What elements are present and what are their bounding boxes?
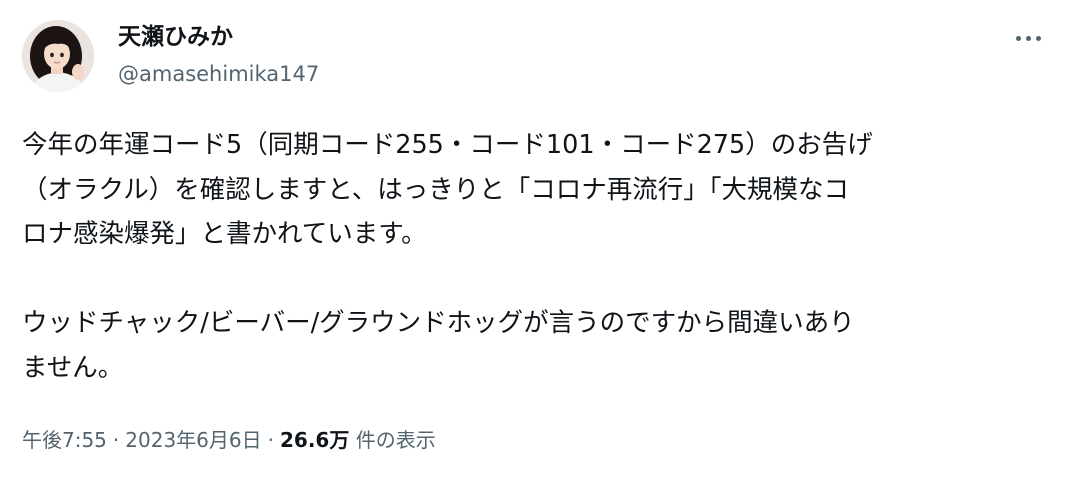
tweet-text-line: ウッドチャック/ビーバー/グラウンドホッグが言うのですから間違いあり — [22, 308, 855, 338]
meta-separator: · — [267, 428, 274, 452]
author-display-name[interactable]: 天瀬ひみか — [118, 22, 233, 52]
more-horizontal-icon — [1015, 35, 1021, 41]
author-handle[interactable]: @amasehimika147 — [118, 60, 319, 88]
more-horizontal-icon-dot — [1025, 35, 1031, 41]
tweet-time[interactable]: 午後7:55 — [22, 428, 107, 452]
tweet-card: 天瀬ひみか @amasehimika147 今年の年運コード5（同期コード255… — [0, 0, 1068, 486]
more-options-button[interactable] — [1008, 24, 1048, 52]
meta-separator: · — [112, 428, 120, 452]
tweet-text-line: 今年の年運コード5（同期コード255・コード101・コード275）のお告げ — [22, 130, 873, 160]
views-label: 件の表示 — [355, 428, 436, 452]
tweet-text-line: （オラクル）を確認しますと、はっきりと「コロナ再流行」「大規模なコ — [22, 174, 849, 205]
tweet-text-line: ません。 — [22, 352, 124, 383]
tweet-text: 今年の年運コード5（同期コード255・コード101・コード275）のお告げ （オ… — [22, 123, 1032, 390]
tweet-text-blank-line — [22, 257, 1032, 302]
tweet-meta: 午後7:55 · 2023年6月6日 · 26.6万 件の表示 — [22, 424, 436, 456]
avatar-image — [22, 20, 94, 92]
tweet-text-line: ロナ感染爆発」と書かれています。 — [22, 219, 427, 249]
tweet-date[interactable]: 2023年6月6日 — [125, 428, 261, 452]
more-horizontal-icon-dot — [1035, 35, 1041, 41]
views-count[interactable]: 26.6万 — [280, 428, 349, 452]
avatar[interactable] — [22, 20, 94, 92]
